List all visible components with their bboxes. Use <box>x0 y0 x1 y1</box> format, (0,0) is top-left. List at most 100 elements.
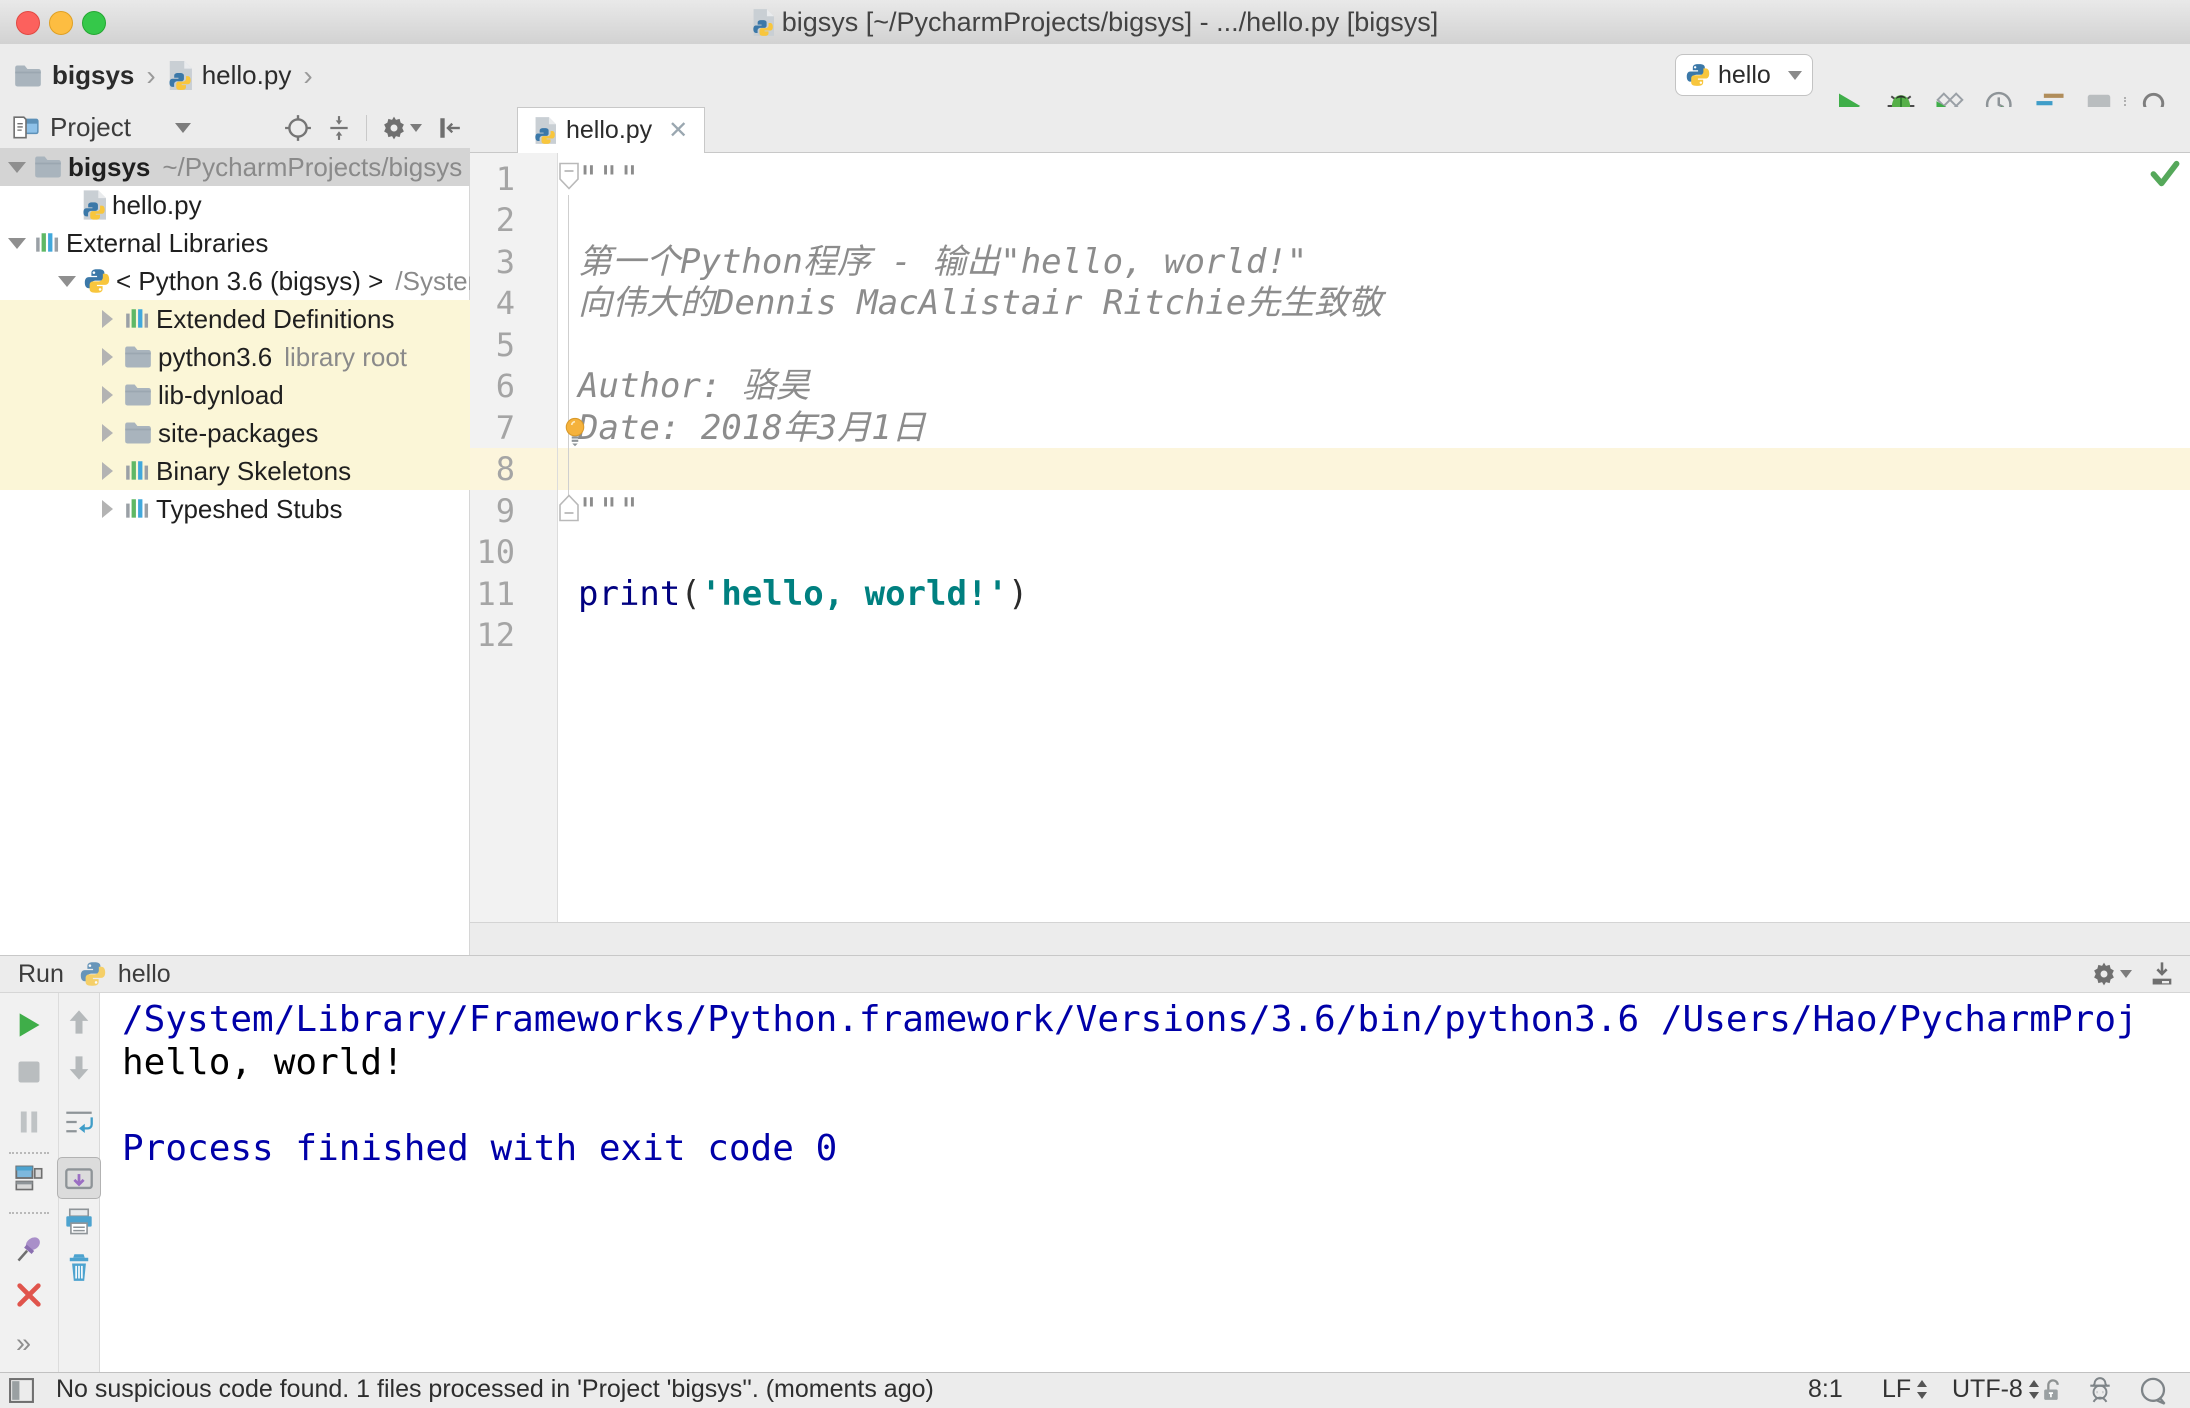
project-panel-title[interactable]: Project <box>50 112 131 143</box>
tree-item-site-packages[interactable]: site-packages <box>0 414 470 452</box>
tree-item-binary-skeletons[interactable]: Binary Skeletons <box>0 452 470 490</box>
folder-icon <box>124 383 152 407</box>
line-number: 1 <box>495 160 515 198</box>
console-exit-line: Process finished with exit code 0 <box>122 1128 838 1169</box>
scroll-to-end-icon[interactable] <box>64 1167 94 1195</box>
close-window-button[interactable] <box>16 11 40 35</box>
tree-item-lib-dynload[interactable]: lib-dynload <box>0 376 470 414</box>
tree-item-extended-definitions[interactable]: Extended Definitions <box>0 300 470 338</box>
expander-collapsed-icon[interactable] <box>101 462 113 480</box>
fold-range-line <box>568 195 569 505</box>
hide-panel-button[interactable] <box>436 115 462 141</box>
collapse-all-button[interactable] <box>326 115 352 141</box>
tab-label: hello.py <box>566 116 653 144</box>
encoding-widget[interactable]: UTF-8 <box>1952 1375 2041 1404</box>
console-command-line: /System/Library/Frameworks/Python.framew… <box>122 999 2138 1040</box>
more-actions-button[interactable]: » <box>16 1328 33 1359</box>
tool-window-switcher-icon[interactable] <box>8 1377 35 1404</box>
line-number: 7 <box>495 409 515 447</box>
tab-hello-py[interactable]: hello.py ✕ <box>517 107 706 153</box>
fold-start-marker[interactable] <box>558 162 580 190</box>
tree-item-python-sdk[interactable]: < Python 3.6 (bigsys) > /System <box>0 262 470 300</box>
tree-item-detail: ~/PycharmProjects/bigsys <box>162 151 463 182</box>
tab-close-icon[interactable]: ✕ <box>668 116 688 145</box>
code-line-1[interactable]: """ <box>578 158 639 200</box>
code-line-9[interactable]: """ <box>578 490 639 532</box>
library-bars-icon <box>124 458 150 484</box>
minimize-window-button[interactable] <box>49 11 73 35</box>
tree-item-python36[interactable]: python3.6 library root <box>0 338 470 376</box>
toolbar-separator <box>9 1212 49 1214</box>
expander-expanded-icon[interactable] <box>8 237 26 249</box>
tree-item-external-libraries[interactable]: External Libraries <box>0 224 470 262</box>
editor-bottom-strip <box>470 922 2190 955</box>
fold-end-marker[interactable] <box>558 494 580 522</box>
breadcrumb-project[interactable]: bigsys <box>52 60 134 91</box>
hector-inspections-icon[interactable] <box>2086 1376 2114 1404</box>
pause-output-button[interactable] <box>15 1108 43 1136</box>
tree-item-hello-py[interactable]: hello.py <box>0 186 470 224</box>
breadcrumb: bigsys › hello.py › <box>14 44 315 107</box>
intention-bulb-icon[interactable] <box>563 416 587 447</box>
code-line-11[interactable]: print('hello, world!') <box>578 573 1028 615</box>
breadcrumb-file[interactable]: hello.py <box>202 60 292 91</box>
main-toolbar: bigsys › hello.py › hello <box>0 44 2190 141</box>
updown-arrows-icon <box>2028 1378 2041 1402</box>
gutter-border <box>557 153 558 922</box>
run-configuration-select[interactable]: hello <box>1675 54 1813 96</box>
chevron-down-icon[interactable] <box>174 122 191 133</box>
expander-collapsed-icon[interactable] <box>101 500 113 518</box>
line-number: 10 <box>476 533 515 571</box>
run-panel-config-name: hello <box>117 959 171 988</box>
unlock-icon[interactable] <box>2040 1378 2065 1403</box>
caret-position-widget[interactable]: 8:1 <box>1808 1375 1843 1404</box>
locate-file-button[interactable] <box>284 114 312 142</box>
tree-item-project-root[interactable]: bigsys ~/PycharmProjects/bigsys <box>0 148 470 186</box>
dock-panel-button[interactable] <box>2148 960 2176 988</box>
tree-item-label: bigsys <box>68 151 151 182</box>
expander-expanded-icon[interactable] <box>58 275 76 287</box>
console-output-line: hello, world! <box>122 1042 404 1083</box>
print-button[interactable] <box>64 1208 94 1236</box>
panel-settings-button[interactable] <box>381 115 422 141</box>
line-number: 4 <box>495 284 515 322</box>
rerun-button[interactable] <box>15 1011 43 1039</box>
inspections-ok-check-icon[interactable] <box>2150 158 2180 188</box>
expander-collapsed-icon[interactable] <box>101 310 113 328</box>
code-line-3[interactable]: 第一个Python程序 - 输出"hello, world!" <box>578 241 1307 283</box>
expander-collapsed-icon[interactable] <box>101 348 113 366</box>
tree-item-typeshed-stubs[interactable]: Typeshed Stubs <box>0 490 470 528</box>
python-file-icon <box>752 9 774 36</box>
python-logo-icon <box>80 961 106 987</box>
stop-process-button[interactable] <box>15 1058 43 1086</box>
zoom-window-button[interactable] <box>82 11 106 35</box>
run-panel-settings-button[interactable] <box>2091 961 2132 987</box>
expander-expanded-icon[interactable] <box>8 161 26 173</box>
clear-all-button[interactable] <box>65 1252 93 1282</box>
editor-tab-bar <box>470 107 2190 153</box>
restore-layout-button[interactable] <box>14 1164 44 1192</box>
line-number: 2 <box>495 201 515 239</box>
soft-wrap-button[interactable] <box>64 1108 94 1136</box>
paren: ( <box>680 574 701 614</box>
down-stack-trace-button[interactable] <box>65 1054 93 1082</box>
code-line-7[interactable]: Date: 2018年3月1日 <box>578 407 926 449</box>
tree-item-label: Extended Definitions <box>156 303 395 334</box>
expander-collapsed-icon[interactable] <box>101 386 113 404</box>
up-stack-trace-button[interactable] <box>65 1008 93 1036</box>
line-separator-widget[interactable]: LF <box>1882 1375 1929 1404</box>
code-line-4[interactable]: 向伟大的Dennis MacAlistair Ritchie先生致敬 <box>578 282 1382 324</box>
toolbar-separator <box>9 1152 49 1154</box>
expander-collapsed-icon[interactable] <box>101 424 113 442</box>
event-log-bubble-icon[interactable] <box>2138 1376 2168 1406</box>
toolbar-divider <box>366 114 367 141</box>
library-bars-icon <box>34 230 60 256</box>
close-panel-button[interactable] <box>15 1281 43 1309</box>
run-panel-title[interactable]: Run <box>18 960 64 989</box>
caret-line-highlight <box>470 448 2190 490</box>
tree-item-label: lib-dynload <box>158 379 284 410</box>
python-file-icon <box>534 117 556 144</box>
pin-tab-button[interactable] <box>15 1234 45 1264</box>
code-line-6[interactable]: Author: 骆昊 <box>578 365 810 407</box>
tree-item-label: site-packages <box>158 417 319 448</box>
